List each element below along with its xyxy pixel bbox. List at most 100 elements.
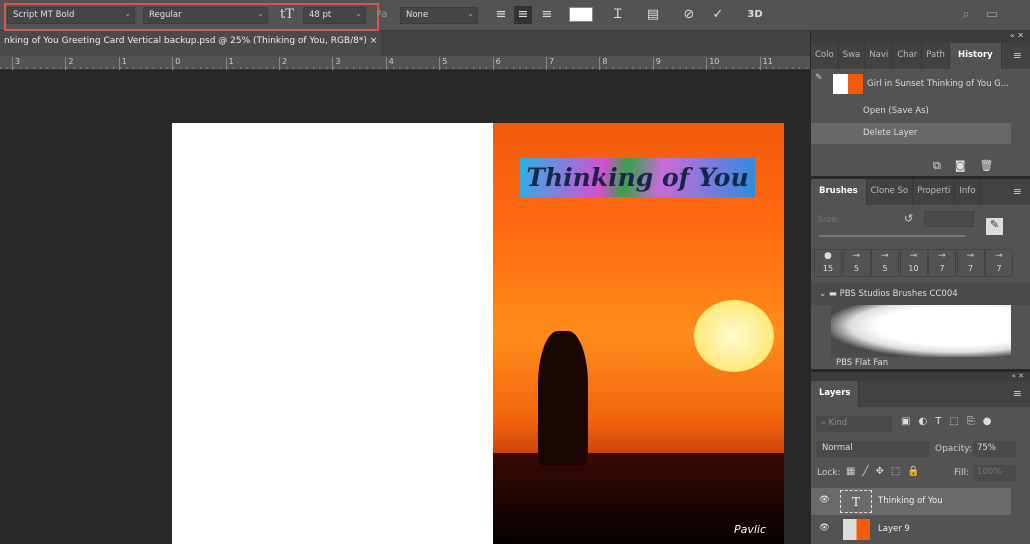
fill-input[interactable]: 100%	[973, 465, 1016, 481]
ruler-label: 2	[65, 57, 73, 70]
airbrush-icon: ⊸	[852, 251, 861, 261]
image-filter-icon[interactable]: ▣	[901, 416, 918, 427]
brush-preview	[831, 305, 1011, 357]
airbrush-icon: ⊸	[881, 251, 889, 261]
horizontal-ruler: 3 2 1 0 1 2 3 4 5 6 7 8 9 10 11	[0, 56, 810, 70]
brush-preset[interactable]: ⊸ 7	[956, 249, 985, 277]
brush-settings-icon[interactable]: ✎	[986, 218, 1003, 235]
smart-object-filter-icon[interactable]: ⎘	[967, 416, 983, 427]
round-brush-icon: ●	[824, 251, 832, 261]
chevron-down-icon: ⌄	[467, 9, 474, 18]
workspace-icon[interactable]: ▭	[983, 6, 1001, 24]
move-icon[interactable]: ✥	[875, 466, 890, 477]
options-bar: Script MT Bold ⌄ Regular ⌄ tT 48 pt ⌄ ªa No…	[0, 0, 1030, 31]
highlight-box	[4, 3, 379, 31]
layer-row[interactable]: 👁 T Thinking of You	[811, 488, 1011, 515]
history-brush-icon: ✎	[815, 73, 823, 83]
layer-kind-filter[interactable]: ⌕ Kind	[816, 416, 892, 432]
ruler-label: 11	[759, 57, 773, 70]
ruler-label: 3	[12, 57, 20, 70]
menu-icon[interactable]: ≡	[1013, 185, 1022, 198]
brush-presets: ● 15 ⊸ 5 ⊸ 5 ⊸ 10 ⊸ 7 ⊸ 7 ⊸ 7	[814, 249, 1014, 277]
menu-icon[interactable]: ≡	[1013, 49, 1022, 62]
history-snapshot[interactable]: Girl in Sunset Thinking of You G...	[867, 79, 1009, 89]
lock-pixels-icon[interactable]: ▦	[846, 466, 862, 477]
collapse-close-icon[interactable]: « ✕	[811, 31, 1030, 43]
document-tab[interactable]: nking of You Greeting Card Vertical back…	[0, 31, 382, 56]
lock-brush-icon[interactable]: ╱	[862, 466, 875, 477]
ruler-label: 1	[118, 57, 127, 70]
tab-char[interactable]: Char	[893, 43, 923, 69]
brush-preset[interactable]: ⊸ 7	[985, 249, 1013, 277]
lock-icon[interactable]: 🔒	[907, 466, 926, 477]
history-actions: ⧉◙🗑	[933, 159, 1008, 173]
tab-brushes[interactable]: Brushes	[811, 179, 867, 205]
tab-properti[interactable]: Properti	[913, 179, 956, 205]
character-panel-icon[interactable]: ▤	[644, 6, 662, 24]
brush-preset[interactable]: ⊸ 5	[842, 249, 871, 277]
shape-filter-icon[interactable]: ⬚	[949, 416, 966, 427]
banner-text-layer[interactable]: Thinking of You	[520, 158, 755, 197]
eye-icon[interactable]: 👁	[819, 495, 830, 505]
filter-toggle-icon[interactable]: ●	[983, 416, 1000, 427]
history-panel: « ✕ Colo Swa Navi Char Path History ≡ ✎ Girl i…	[811, 31, 1030, 176]
search-icon[interactable]: ⌕	[957, 6, 975, 24]
align-right-icon[interactable]: ≡	[538, 6, 556, 24]
anti-alias-select[interactable]: None ⌄	[400, 7, 478, 24]
commit-check-icon[interactable]: ✓	[709, 6, 727, 24]
anti-alias-icon: ªa	[376, 9, 388, 20]
brush-group[interactable]: ⌄ ▬ PBS Studios Brushes CC004	[811, 283, 1030, 305]
history-item[interactable]: Delete Layer	[811, 123, 1011, 144]
cancel-icon[interactable]: ⊘	[680, 6, 698, 24]
collapse-close-icon[interactable]: « ✕	[811, 372, 1030, 381]
tab-layers[interactable]: Layers	[811, 381, 860, 407]
align-center-icon[interactable]: ≡	[514, 6, 532, 24]
history-item[interactable]: Open (Save As)	[811, 101, 1011, 122]
new-document-icon[interactable]: ⧉	[933, 159, 955, 172]
tab-navi[interactable]: Navi	[865, 43, 894, 69]
brush-preset[interactable]: ● 15	[814, 249, 842, 277]
brush-preset[interactable]: ⊸ 7	[928, 249, 956, 277]
chevron-down-icon: ⌄ ▬	[819, 289, 840, 299]
opacity-input[interactable]: 75%	[973, 441, 1016, 457]
airbrush-icon: ⊸	[966, 251, 975, 261]
size-slider[interactable]	[819, 235, 966, 237]
menu-icon[interactable]: ≡	[1013, 387, 1022, 400]
artboard-icon[interactable]: ⬚	[891, 466, 907, 477]
tab-colo[interactable]: Colo	[811, 43, 839, 69]
layer-thumbnail	[843, 519, 870, 540]
tab-path[interactable]: Path	[922, 43, 950, 69]
type-filter-icon[interactable]: T	[935, 416, 949, 427]
layers-tabs: Layers ≡	[811, 381, 1030, 407]
brush-name[interactable]: PBS Flat Fan	[836, 358, 888, 368]
ruler-label: 10	[706, 57, 719, 70]
adjustment-filter-icon[interactable]: ◐	[918, 416, 935, 427]
eye-icon[interactable]: 👁	[819, 523, 830, 533]
align-left-icon[interactable]: ≡	[492, 6, 510, 24]
tab-clone-so[interactable]: Clone So	[867, 179, 914, 205]
tab-info[interactable]: Info	[955, 179, 981, 205]
brush-preset[interactable]: ⊸ 10	[899, 249, 928, 277]
layer-row[interactable]: 👁 Layer 9	[811, 516, 1011, 543]
size-input[interactable]	[924, 211, 974, 227]
text-color-swatch[interactable]	[569, 7, 593, 22]
lock-icons: ▦╱✥⬚🔒	[846, 466, 927, 477]
warp-text-icon[interactable]: Ꮖ	[609, 6, 627, 24]
size-label: Size:	[818, 215, 840, 225]
card-white-page	[172, 123, 493, 544]
camera-icon[interactable]: ◙	[955, 159, 980, 172]
ruler-label: 3	[332, 57, 340, 70]
close-icon[interactable]: ×	[370, 36, 378, 46]
sun	[694, 300, 774, 372]
trash-icon[interactable]: 🗑	[980, 159, 1008, 172]
tab-swa[interactable]: Swa	[839, 43, 866, 69]
3d-button[interactable]: 3D	[743, 6, 767, 24]
blend-mode-select[interactable]: Normal	[816, 441, 929, 457]
girl-silhouette	[538, 331, 588, 466]
brushes-panel: Brushes Clone So Properti Info ≡ Size: ↺ ✎ ●…	[811, 179, 1030, 369]
ruler-label: 2	[279, 57, 287, 70]
ruler-label: 4	[385, 57, 394, 70]
brush-preset[interactable]: ⊸ 5	[871, 249, 899, 277]
tab-history[interactable]: History	[949, 43, 1002, 69]
reset-icon[interactable]: ↺	[904, 212, 913, 225]
